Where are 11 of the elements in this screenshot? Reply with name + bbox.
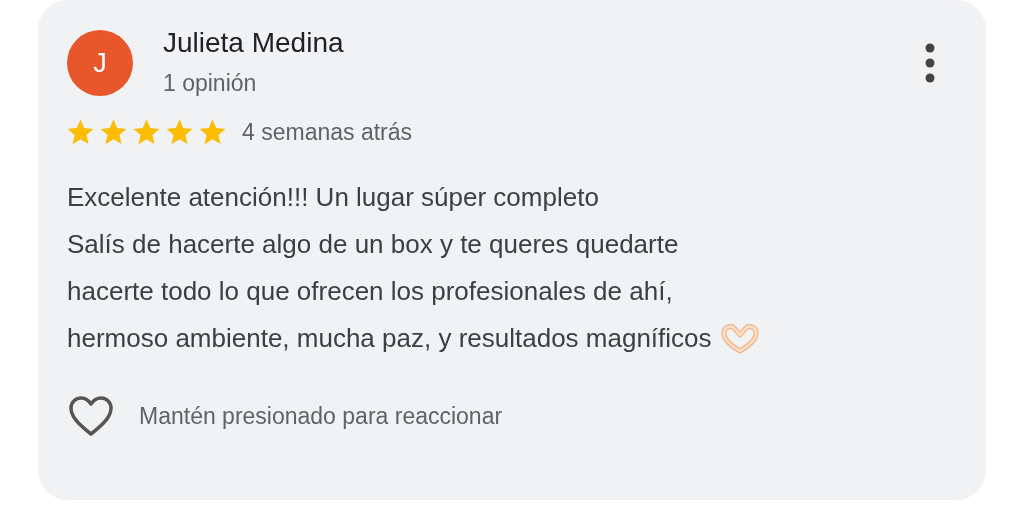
review-date: 4 semanas atrás xyxy=(242,119,413,146)
review-text: hermoso ambiente, mucha paz, y resultados magníficos xyxy=(67,322,712,355)
heart-icon[interactable] xyxy=(67,394,115,438)
more-options-icon[interactable] xyxy=(924,43,936,83)
review-text: hacerte todo lo que ofrecen los profesionales de ahí, xyxy=(67,275,673,308)
review-count: 1 opinión xyxy=(163,70,258,97)
avatar[interactable]: J xyxy=(67,30,133,96)
reviewer-name[interactable]: Julieta Medina xyxy=(163,26,344,60)
review-text: Salís de hacerte algo de un box y te queres quedarte xyxy=(67,228,679,261)
review-text: Excelente atención!!! Un lugar súper completo xyxy=(67,181,599,214)
reaction-hint: Mantén presionado para reaccionar xyxy=(139,402,503,430)
